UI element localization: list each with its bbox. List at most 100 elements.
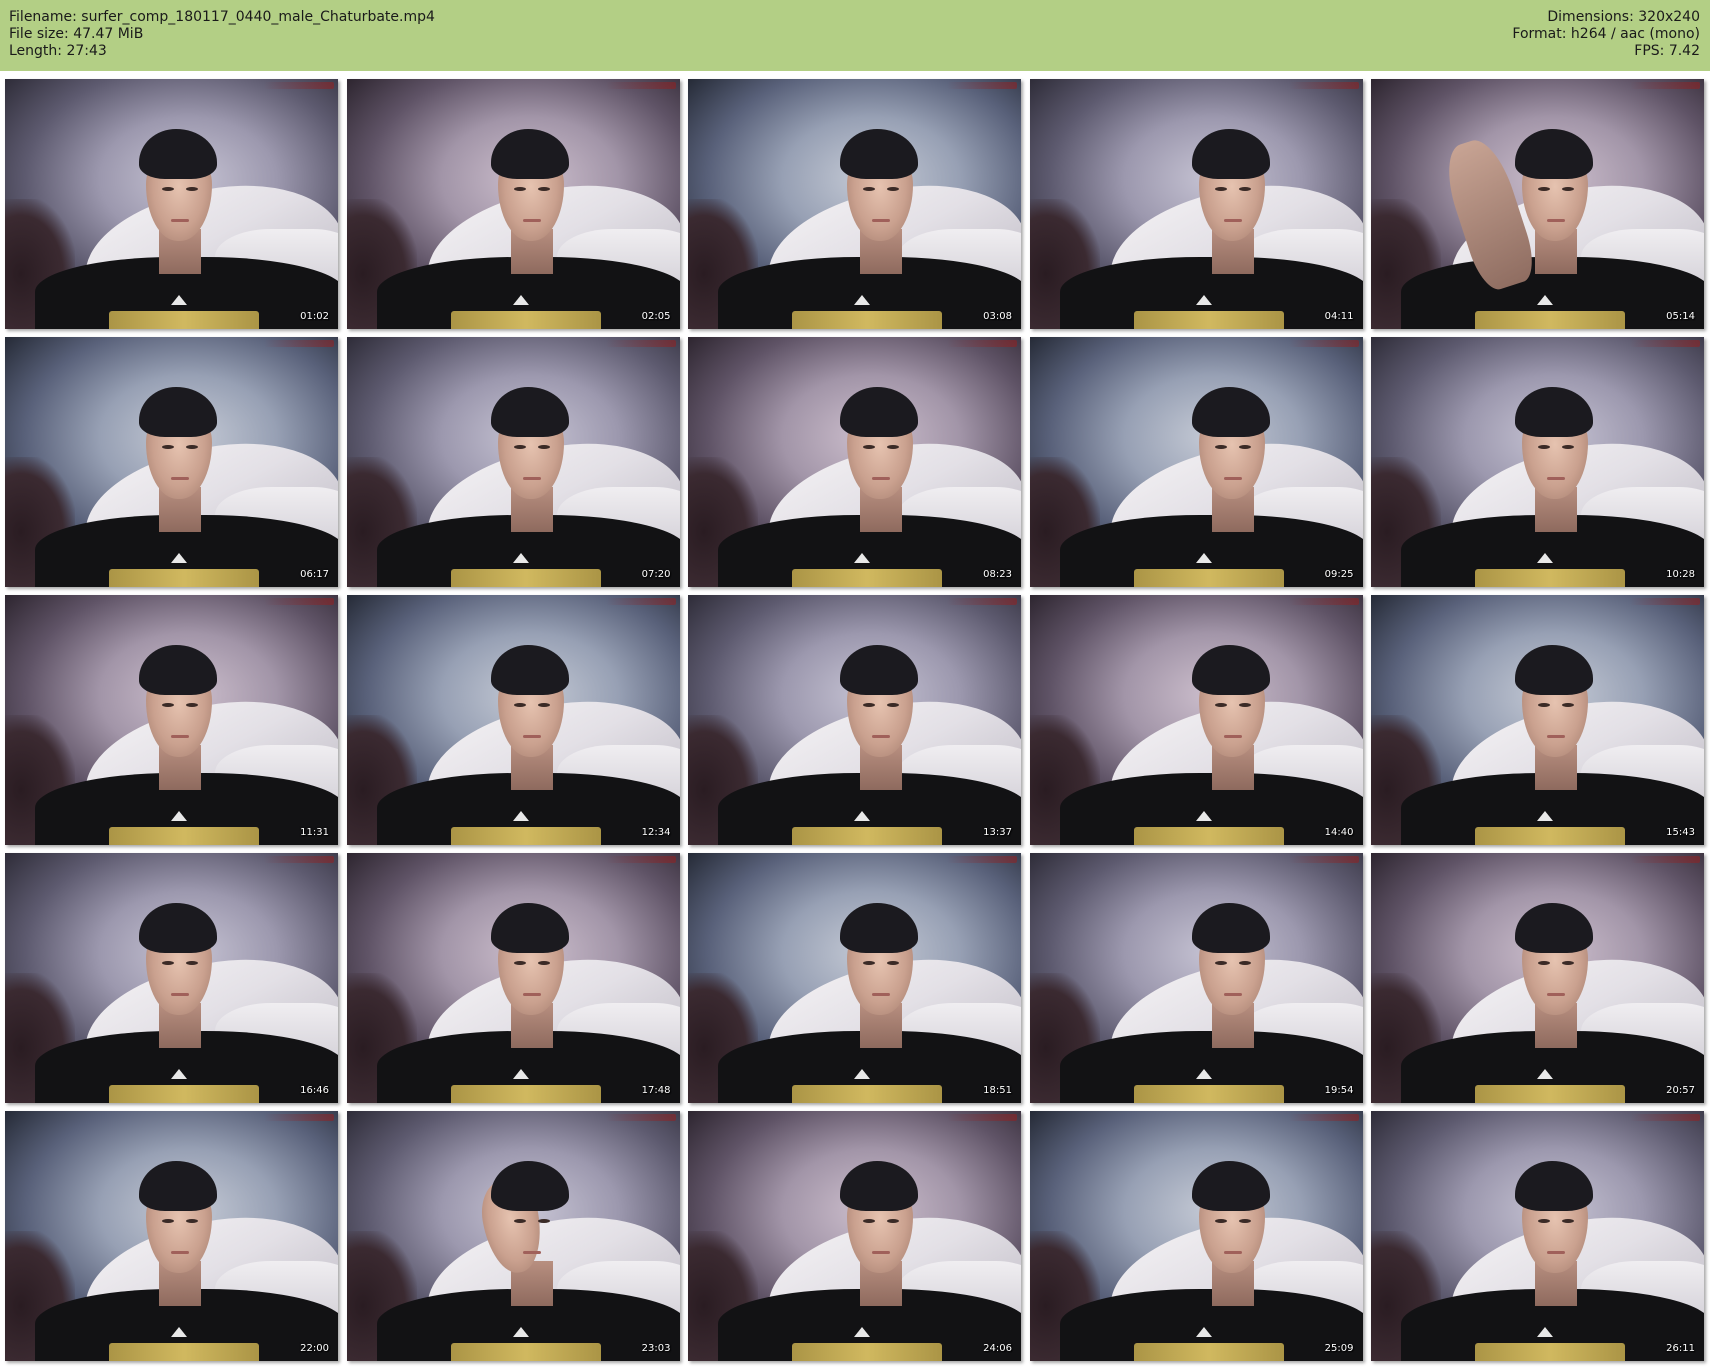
frame-mouth [1223,735,1242,738]
file-size-text: File size: 47.47 MiB [9,26,144,42]
video-thumbnail[interactable]: 26:11 [1371,1111,1704,1361]
frame-mouth [522,219,541,222]
frame-mouth [1547,477,1565,480]
frame-eye-right [537,961,550,965]
thumbnail-timestamp: 05:14 [1666,311,1695,322]
watermark-graphic [947,82,1017,89]
frame-eye-right [1238,703,1251,707]
video-thumbnail[interactable]: 23:03 [346,1111,680,1361]
thumbnail-timestamp: 02:05 [641,311,671,322]
shirt-lettering-graphic [450,827,601,845]
shirt-lettering-graphic [1133,1343,1284,1361]
video-thumbnail[interactable]: 06:17 [5,337,338,587]
video-thumbnail[interactable]: 04:11 [1029,79,1363,329]
frame-mouth [1223,1251,1242,1254]
shirt-logo-icon [1537,295,1553,305]
video-thumbnail[interactable]: 01:02 [5,79,338,329]
format-text: Format: h264 / aac (mono) [1512,26,1700,42]
thumbnail-timestamp: 08:23 [983,569,1012,580]
video-thumbnail[interactable]: 17:48 [346,853,680,1103]
frame-eye-right [1562,703,1574,707]
video-thumbnail[interactable]: 19:54 [1029,853,1363,1103]
dimensions-text: Dimensions: 320x240 [1547,9,1700,25]
shirt-logo-icon [1195,295,1212,305]
frame-mouth [1223,219,1242,222]
thumbnail-timestamp: 10:28 [1666,569,1695,580]
frame-eye-left [513,445,526,449]
shirt-logo-icon [1195,1069,1212,1079]
watermark-graphic [605,82,676,89]
video-thumbnail[interactable]: 25:09 [1029,1111,1363,1361]
shirt-lettering-graphic [450,1085,601,1103]
shirt-lettering-graphic [109,827,259,845]
frame-eye-left [863,703,875,707]
video-thumbnail[interactable]: 15:43 [1371,595,1704,845]
shirt-logo-icon [854,295,870,305]
shirt-logo-icon [1195,811,1212,821]
shirt-lettering-graphic [792,827,942,845]
thumbnail-timestamp: 03:08 [983,311,1012,322]
thumbnail-timestamp: 16:46 [300,1085,329,1096]
frame-eye-left [513,1219,526,1223]
frame-eye-left [1214,187,1227,191]
shirt-lettering-graphic [1133,569,1284,587]
watermark-graphic [1630,82,1700,89]
video-thumbnail[interactable]: 16:46 [5,853,338,1103]
watermark-graphic [1630,598,1700,605]
shirt-logo-icon [1537,1069,1553,1079]
file-info-left: Filename: surfer_comp_180117_0440_male_C… [9,9,435,60]
thumbnail-timestamp: 17:48 [641,1085,671,1096]
frame-eye-left [863,1219,875,1223]
frame-eye-right [1238,445,1251,449]
video-thumbnail[interactable]: 10:28 [1371,337,1704,587]
shirt-logo-icon [1537,811,1553,821]
frame-eye-left [162,1219,174,1223]
video-thumbnail[interactable]: 12:34 [346,595,680,845]
shirt-logo-icon [512,553,529,563]
watermark-graphic [264,340,334,347]
frame-mouth [171,1251,189,1254]
video-thumbnail[interactable]: 07:20 [346,337,680,587]
thumbnail-timestamp: 14:40 [1324,827,1354,838]
frame-eye-right [1238,187,1251,191]
thumbnail-timestamp: 26:11 [1666,1343,1695,1354]
thumbnail-grid: 01:02 02:05 03:08 04:11 05:14 06:17 07:20 08:23… [5,79,1710,1369]
video-thumbnail[interactable]: 05:14 [1371,79,1704,329]
shirt-lettering-graphic [450,1343,601,1361]
video-thumbnail[interactable]: 22:00 [5,1111,338,1361]
video-thumbnail[interactable]: 02:05 [346,79,680,329]
filename-text: Filename: surfer_comp_180117_0440_male_C… [9,9,435,25]
length-text: Length: 27:43 [9,43,107,59]
frame-mouth [1223,993,1242,996]
video-thumbnail[interactable]: 03:08 [688,79,1021,329]
frame-mouth [1223,477,1242,480]
shirt-logo-icon [171,811,187,821]
frame-eye-right [186,445,198,449]
video-thumbnail[interactable]: 18:51 [688,853,1021,1103]
thumbnail-timestamp: 20:57 [1666,1085,1695,1096]
frame-mouth [522,735,541,738]
shirt-logo-icon [512,295,529,305]
shirt-logo-icon [512,1327,529,1337]
watermark-graphic [605,340,676,347]
frame-eye-right [1562,961,1574,965]
frame-mouth [171,993,189,996]
shirt-lettering-graphic [1475,1343,1625,1361]
frame-mouth [872,219,890,222]
video-thumbnail[interactable]: 09:25 [1029,337,1363,587]
thumbnail-timestamp: 04:11 [1324,311,1354,322]
watermark-graphic [1288,82,1359,89]
video-thumbnail[interactable]: 11:31 [5,595,338,845]
thumbnail-timestamp: 09:25 [1324,569,1354,580]
frame-mouth [522,477,541,480]
video-thumbnail[interactable]: 20:57 [1371,853,1704,1103]
shirt-logo-icon [854,811,870,821]
video-info-header: Filename: surfer_comp_180117_0440_male_C… [0,0,1710,71]
video-thumbnail[interactable]: 08:23 [688,337,1021,587]
video-thumbnail[interactable]: 24:06 [688,1111,1021,1361]
shirt-lettering-graphic [792,1343,942,1361]
frame-eye-left [1538,961,1550,965]
video-thumbnail[interactable]: 13:37 [688,595,1021,845]
video-thumbnail[interactable]: 14:40 [1029,595,1363,845]
frame-eye-right [537,703,550,707]
